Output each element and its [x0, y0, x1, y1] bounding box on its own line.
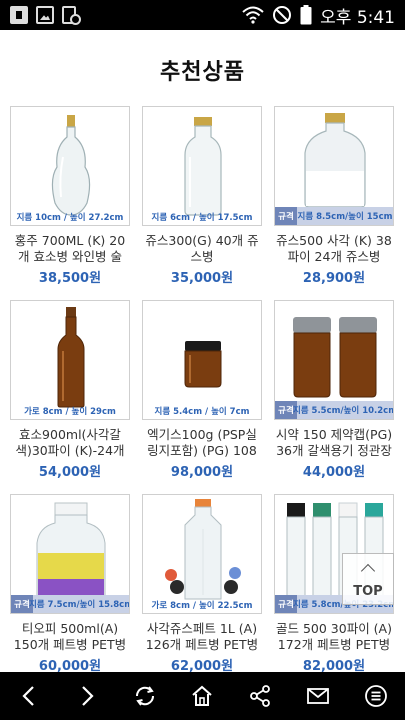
product-image[interactable]: 지름 10cm / 높이 27.2cm	[10, 106, 130, 226]
product-name[interactable]: 쥬스500 사각 (K) 38파이 24개 쥬스병	[274, 233, 394, 265]
back-arrow-icon	[22, 686, 34, 706]
do-not-disturb-icon	[273, 6, 292, 24]
clock: 오후 5:41	[320, 7, 395, 28]
product-image[interactable]: 규격 지름 8.5cm/높이 15cm	[274, 106, 394, 226]
jar-illustration	[184, 341, 222, 388]
product-image[interactable]: 가로 8cm / 높이 22.5cm	[142, 494, 262, 614]
product-image[interactable]: 지름 6cm / 높이 17.5cm	[142, 106, 262, 226]
status-bar: 오후 5:41	[0, 0, 405, 30]
product-image[interactable]: 가로 8cm / 높이 29cm	[10, 300, 130, 420]
home-icon	[192, 685, 213, 706]
product-name[interactable]: 쥬스300(G) 40개 쥬스병	[142, 233, 262, 265]
mail-button[interactable]	[298, 676, 338, 716]
forward-arrow-icon	[81, 686, 94, 706]
product-price: 35,000원	[170, 271, 234, 286]
product-name[interactable]: 효소900ml(사각갈색)30파이 (K)-24개	[10, 427, 130, 459]
scroll-top-button[interactable]: TOP	[342, 553, 394, 605]
battery-icon	[300, 5, 312, 25]
product-card[interactable]: 규격 지름 7.5cm/높이 15.8cm 티오피 500ml(A) 150개 …	[10, 494, 130, 674]
page-title: 추천상품	[160, 60, 245, 85]
product-price: 44,000원	[302, 465, 366, 480]
dimension-label: 지름 5.5cm/높이 10.2cm	[293, 401, 393, 419]
product-name[interactable]: 사각쥬스페트 1L (A) 126개 페트병 PET병	[142, 621, 262, 653]
product-price: 28,900원	[302, 271, 366, 286]
dimension-label: 지름 7.5cm/높이 15.8cm	[29, 595, 129, 613]
spec-tag: 규격	[275, 207, 297, 225]
app-notification-icon	[10, 6, 28, 24]
menu-button[interactable]	[356, 676, 396, 716]
product-name[interactable]: 엑기스100g (PSP실링지포함) (PG) 108	[142, 427, 262, 459]
forward-button[interactable]	[67, 676, 107, 716]
product-card[interactable]: 지름 5.4cm / 높이 7cm 엑기스100g (PSP실링지포함) (PG…	[142, 300, 262, 480]
product-price: 38,500원	[38, 271, 102, 286]
back-button[interactable]	[9, 676, 49, 716]
menu-icon	[365, 685, 387, 707]
product-name[interactable]: 티오피 500ml(A) 150개 페트병 PET병	[10, 621, 130, 653]
product-card[interactable]: 규격 지름 8.5cm/높이 15cm 쥬스500 사각 (K) 38파이 24…	[274, 106, 394, 286]
bottle-illustration	[165, 499, 241, 600]
product-card[interactable]: 가로 8cm / 높이 29cm 효소900ml(사각갈색)30파이 (K)-2…	[10, 300, 130, 480]
product-card[interactable]: 가로 8cm / 높이 22.5cm 사각쥬스페트 1L (A) 126개 페트…	[142, 494, 262, 674]
image-icon	[36, 6, 54, 24]
product-image[interactable]: 지름 5.4cm / 높이 7cm	[142, 300, 262, 420]
product-image[interactable]: 규격 지름 5.5cm/높이 10.2cm	[274, 300, 394, 420]
dimension-label: 지름 6cm / 높이 17.5cm	[151, 213, 253, 223]
product-name[interactable]: 골드 500 30파이 (A) 172개 페트병 PET병	[274, 621, 394, 653]
device-sync-icon	[62, 6, 81, 25]
dimension-label: 지름 5.4cm / 높이 7cm	[154, 407, 250, 417]
product-name[interactable]: 홍주 700ML (K) 20개 효소병 와인병 술	[10, 233, 130, 265]
product-name[interactable]: 시약 150 제약캡(PG) 36개 갈색용기 정관장	[274, 427, 394, 459]
refresh-icon	[135, 686, 154, 706]
home-button[interactable]	[182, 676, 222, 716]
scroll-top-label: TOP	[353, 583, 383, 599]
status-left	[0, 6, 81, 25]
dimension-label: 지름 10cm / 높이 27.2cm	[16, 213, 124, 223]
dimension-label: 가로 8cm / 높이 29cm	[24, 407, 116, 417]
dimension-label: 가로 8cm / 높이 22.5cm	[151, 601, 253, 611]
share-icon	[250, 685, 271, 707]
bottle-illustration	[51, 115, 91, 216]
bottle-illustration	[184, 117, 222, 216]
product-card[interactable]: 지름 10cm / 높이 27.2cm 홍주 700ML (K) 20개 효소병…	[10, 106, 130, 286]
dimension-label: 지름 8.5cm/높이 15cm	[297, 207, 393, 225]
product-card[interactable]: 지름 6cm / 높이 17.5cm 쥬스300(G) 40개 쥬스병 35,0…	[142, 106, 262, 286]
mail-icon	[307, 688, 330, 704]
product-image[interactable]: 규격 지름 7.5cm/높이 15.8cm	[10, 494, 130, 614]
product-price: 98,000원	[170, 465, 234, 480]
bottom-nav-bar	[0, 672, 405, 720]
chevron-up-icon	[360, 563, 376, 578]
status-right: 오후 5:41	[242, 3, 405, 28]
bottle-illustration	[57, 307, 85, 408]
wifi-icon	[242, 6, 264, 24]
share-button[interactable]	[240, 676, 280, 716]
product-price: 54,000원	[38, 465, 102, 480]
refresh-button[interactable]	[125, 676, 165, 716]
product-card[interactable]: 규격 지름 5.5cm/높이 10.2cm 시약 150 제약캡(PG) 36개…	[274, 300, 394, 480]
